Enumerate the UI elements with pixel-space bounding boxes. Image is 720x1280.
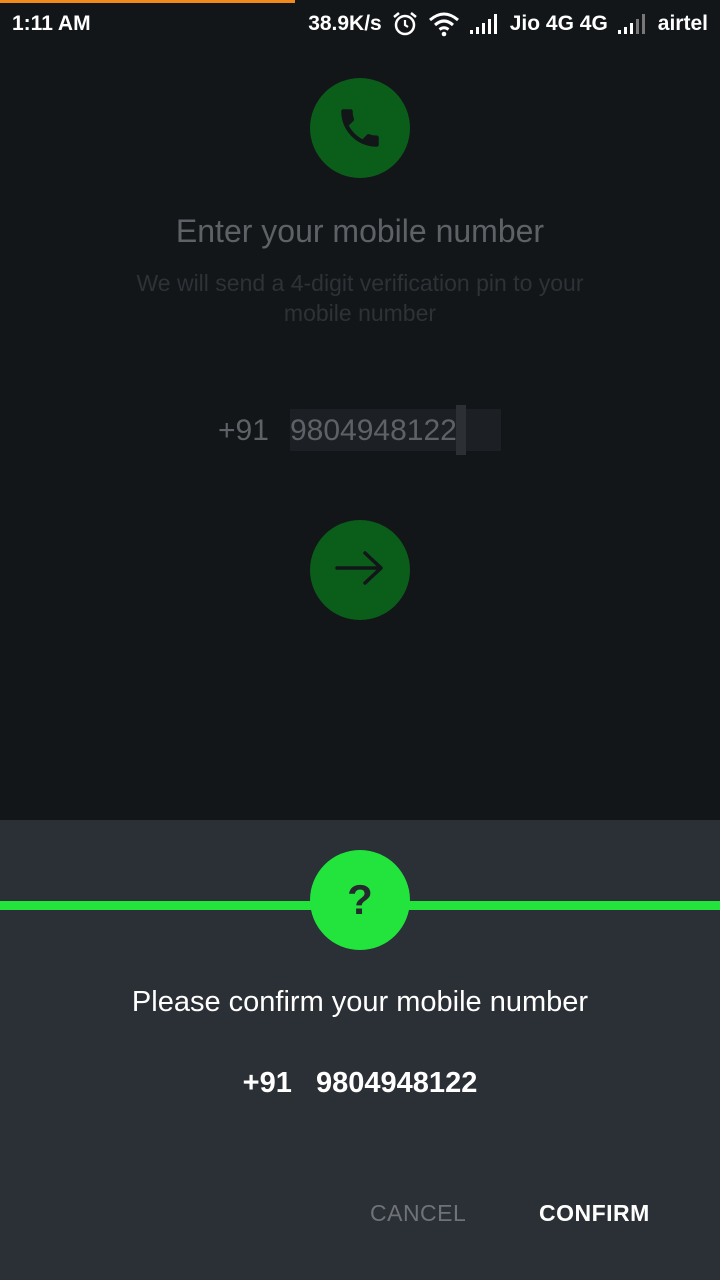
status-bar: 1:11 AM 38.9K/s Jio 4G 4G airtel: [0, 0, 720, 52]
cancel-button[interactable]: CANCEL: [370, 1200, 466, 1227]
dialog-title: Please confirm your mobile number: [131, 986, 589, 1018]
signal-icon: [469, 13, 501, 35]
status-time: 1:11 AM: [12, 12, 91, 35]
status-right-group: 38.9K/s Jio 4G 4G airtel: [308, 10, 708, 38]
wifi-icon: [428, 11, 460, 37]
question-icon: ?: [310, 850, 410, 950]
phone-number-value: 9804948122: [290, 414, 457, 447]
confirm-dialog: ? Please confirm your mobile number +91 …: [0, 820, 720, 1280]
dialog-phone-number: +91 9804948122: [242, 1067, 478, 1099]
text-cursor: [456, 405, 466, 455]
alarm-icon: [391, 10, 419, 38]
country-code: +91: [218, 414, 269, 447]
page-subtitle: We will send a 4-digit verification pin …: [136, 270, 584, 326]
carrier2-label: airtel: [657, 12, 708, 35]
signal-weak-icon: [617, 13, 649, 35]
page-title: Enter your mobile number: [175, 213, 545, 249]
phone-icon: [310, 78, 410, 178]
next-button[interactable]: [310, 520, 410, 620]
network-speed: 38.9K/s: [308, 12, 382, 35]
confirm-button[interactable]: CONFIRM: [539, 1200, 650, 1227]
question-mark: ?: [347, 876, 373, 923]
carrier1-label: Jio 4G 4G: [509, 12, 608, 35]
phone-number-input[interactable]: 9804948122: [290, 405, 501, 455]
arrow-right-icon: [333, 548, 387, 593]
